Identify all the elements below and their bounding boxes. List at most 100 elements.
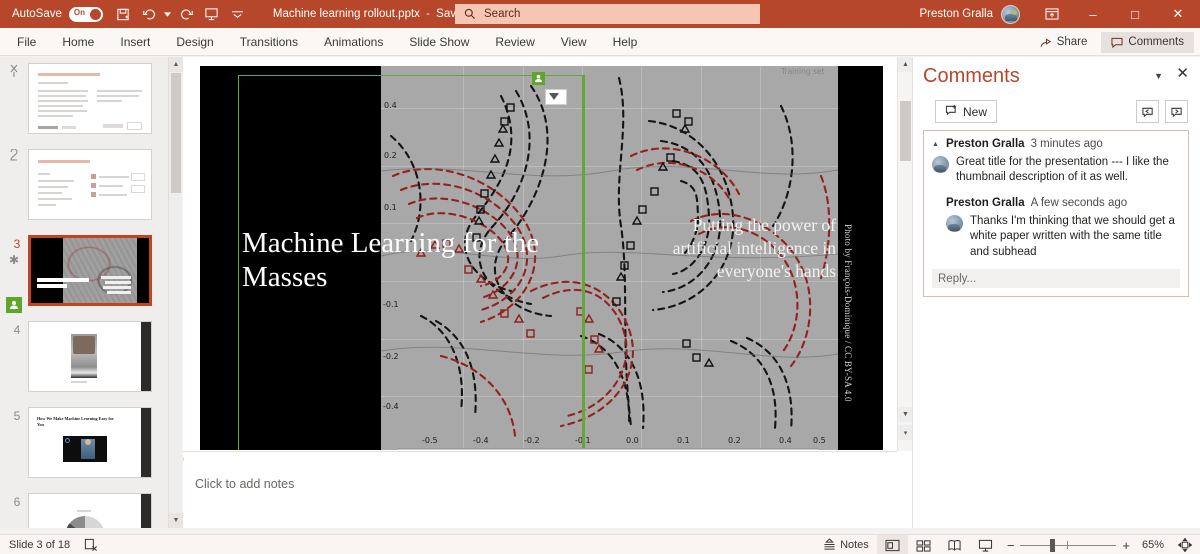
comments-pane-close-icon[interactable]: ✕ [1176, 66, 1189, 81]
zoom-slider-handle[interactable] [1050, 539, 1056, 552]
autosave-toggle[interactable]: On [68, 6, 103, 22]
tab-file[interactable]: File [4, 28, 49, 56]
search-input[interactable]: Search [455, 4, 760, 24]
accessibility-checker-icon[interactable] [84, 538, 98, 552]
previous-comment-button[interactable] [1136, 100, 1159, 123]
notes-toggle-button[interactable]: Notes [815, 535, 877, 554]
presence-indicator-icon [6, 297, 22, 313]
thumbnail-slide-number: 3 [13, 237, 21, 251]
slide-title-textbox[interactable]: Machine Learning for the Masses [242, 226, 542, 294]
reply-placeholder: Reply... [938, 272, 977, 285]
avatar[interactable] [1001, 4, 1020, 24]
slide-canvas[interactable]: Training set 0.4 0.2 0.1 -0.1 -0.2 -0.4 … [200, 66, 883, 450]
status-bar: Slide 3 of 18 Notes − + 65% [0, 534, 1200, 554]
comment-thread-card[interactable]: ▲ Preston Gralla 3 minutes ago Great tit… [923, 130, 1189, 298]
reply-text: Thanks I'm thinking that we should get a… [970, 214, 1175, 258]
collapse-thread-icon[interactable]: ▲ [932, 141, 939, 148]
selection-vertical-guide [583, 75, 585, 450]
save-icon[interactable] [111, 2, 137, 26]
new-comment-label: New [963, 104, 988, 119]
slide-subtitle-textbox[interactable]: Putting the power of artificial intellig… [640, 214, 836, 283]
notes-pane[interactable]: Click to add notes [183, 461, 912, 528]
scroll-up-icon[interactable]: ▲ [169, 57, 183, 72]
tab-review[interactable]: Review [482, 28, 547, 56]
thumbnail-slide-number: 4 [13, 323, 21, 337]
tab-transitions[interactable]: Transitions [227, 28, 311, 56]
autosave-toggle-state: On [73, 7, 85, 17]
share-button[interactable]: Share [1030, 32, 1098, 53]
slide-counter[interactable]: Slide 3 of 18 [9, 539, 70, 551]
tab-animations[interactable]: Animations [311, 28, 396, 56]
user-name[interactable]: Preston Gralla [919, 8, 993, 20]
start-presentation-icon[interactable] [199, 2, 225, 26]
x-tick-4: 0.0 [626, 436, 639, 445]
zoom-slider[interactable] [1020, 535, 1117, 554]
x-tick-2: -0.2 [524, 436, 540, 445]
tab-home[interactable]: Home [49, 28, 107, 56]
search-placeholder: Search [484, 8, 521, 20]
cursor-triangle-icon [549, 93, 559, 100]
fit-to-window-icon[interactable] [1170, 538, 1200, 552]
zoom-out-button[interactable]: − [1001, 538, 1021, 553]
minimize-button[interactable]: – [1072, 0, 1114, 28]
comments-pane-options-chevron-icon[interactable]: ▼ [1154, 71, 1163, 81]
comment-reply: Preston Gralla A few seconds ago Thanks … [932, 197, 1180, 260]
new-comment-button[interactable]: New [935, 100, 998, 123]
reply-body: Thanks I'm thinking that we should get a… [946, 214, 1180, 260]
slide-content: Training set 0.4 0.2 0.1 -0.1 -0.2 -0.4 … [200, 66, 883, 450]
thumbnail-slide-5-title: How We Make Machine Learning Easy for Yo… [37, 416, 114, 427]
thumbnail-slide-3[interactable]: 3 ✱ [0, 229, 168, 315]
x-tick-8: 0.5 [813, 436, 826, 445]
share-icon [1040, 37, 1052, 48]
thumbnail-preview: How We Make Machine Learning Easy for Yo… [28, 407, 152, 478]
thumbnail-slide-6[interactable]: 6 [0, 487, 168, 528]
reply-input[interactable]: Reply... [932, 269, 1180, 289]
animation-star-icon[interactable]: ✱ [9, 253, 19, 267]
slide-show-view-button[interactable] [970, 535, 1001, 554]
tab-help[interactable]: Help [600, 28, 651, 56]
tab-design[interactable]: Design [163, 28, 226, 56]
zoom-in-button[interactable]: + [1116, 538, 1136, 553]
document-title-group[interactable]: Machine learning rollout.pptx - Saved ▼ [273, 8, 485, 20]
slide-number-2-icon [8, 148, 22, 165]
scrollbar-thumb[interactable] [171, 73, 181, 193]
next-comment-button[interactable] [1165, 100, 1188, 123]
ribbon-display-options-icon[interactable] [1032, 0, 1072, 28]
thumbnail-scrollbar[interactable]: ▲ ▼ [168, 57, 183, 528]
comments-pane: Comments ▼ ✕ New ▲ Preston Gralla 3 minu… [912, 57, 1200, 528]
undo-dropdown-icon[interactable] [163, 2, 173, 26]
thumbnail-slide-5[interactable]: 5 How We Make Machine Learning Easy for … [0, 401, 168, 487]
selection-handle-icon[interactable] [532, 72, 545, 85]
tab-insert[interactable]: Insert [107, 28, 163, 56]
tab-slide-show[interactable]: Slide Show [396, 28, 482, 56]
new-comment-icon [945, 104, 958, 119]
undo-icon[interactable] [137, 2, 163, 26]
plot-widget-toolbar[interactable]: 2D | Edit View ▼ x1 1 ▲▼ x2 2 ▲▼ z 2 ▲▼ [398, 448, 818, 450]
comments-button[interactable]: Comments [1101, 31, 1194, 53]
comment-header: ▲ Preston Gralla 3 minutes ago [932, 138, 1180, 150]
slide-thumbnail-pane[interactable]: 3 ✱ 4 5 How We Make Machine Learning Eas… [0, 57, 168, 528]
customize-quick-access-icon[interactable] [225, 2, 251, 26]
slide-sorter-view-button[interactable] [908, 535, 939, 554]
redo-icon[interactable] [173, 2, 199, 26]
slide-scrollbar-thumb[interactable] [900, 101, 911, 161]
thumbnail-slide-1[interactable] [0, 57, 168, 143]
y-tick-3: -0.1 [383, 300, 399, 309]
tab-view[interactable]: View [548, 28, 600, 56]
comment-timestamp: 3 minutes ago [1030, 138, 1103, 150]
reply-avatar [946, 214, 963, 232]
search-icon [464, 8, 476, 20]
normal-view-button[interactable] [876, 535, 908, 554]
thumbnail-slide-4[interactable]: 4 [0, 315, 168, 401]
slide-vertical-scrollbar[interactable]: ▲ ▼ ▾ [897, 57, 913, 451]
scroll-down-icon[interactable]: ▼ [169, 513, 183, 528]
zoom-level[interactable]: 65% [1136, 539, 1170, 551]
close-button[interactable]: ✕ [1156, 0, 1200, 28]
thumbnail-slide-2[interactable] [0, 143, 168, 229]
reading-view-button[interactable] [939, 535, 970, 554]
next-slide-icon[interactable]: ▾ [898, 425, 913, 440]
photo-credit-text[interactable]: Photo by François-Dominique / CC BY-SA 4… [843, 224, 853, 402]
slide-scroll-down-icon[interactable]: ▼ [898, 407, 913, 422]
slide-scroll-up-icon[interactable]: ▲ [898, 57, 913, 72]
maximize-button[interactable]: □ [1114, 0, 1156, 28]
